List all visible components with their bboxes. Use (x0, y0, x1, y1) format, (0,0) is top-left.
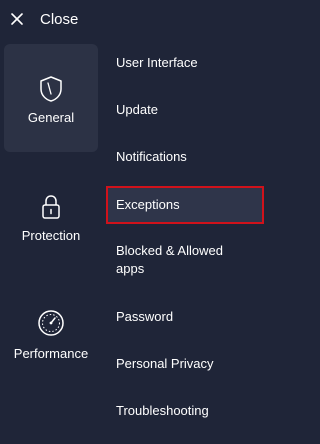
menu-item-troubleshooting[interactable]: Troubleshooting (106, 402, 264, 420)
menu-item-update[interactable]: Update (106, 101, 264, 119)
category-label: Performance (13, 346, 89, 361)
close-icon (11, 13, 23, 25)
menu-item-user-interface[interactable]: User Interface (106, 54, 264, 72)
menu-item-exceptions[interactable]: Exceptions (106, 186, 264, 224)
category-protection[interactable]: Protection (4, 180, 98, 288)
menu-item-personal-privacy[interactable]: Personal Privacy (106, 355, 264, 373)
close-label: Close (40, 10, 79, 28)
menu-item-blocked-allowed-apps[interactable]: Blocked & Allowed apps (106, 242, 246, 278)
menu-item-notifications[interactable]: Notifications (106, 148, 264, 166)
category-label: General (27, 110, 75, 125)
shield-icon (40, 76, 62, 102)
speedometer-icon (38, 310, 64, 336)
close-button[interactable]: Close (8, 6, 78, 32)
header: Close (0, 0, 285, 38)
category-label: Protection (21, 228, 81, 243)
category-performance[interactable]: Performance (4, 298, 98, 406)
category-general[interactable]: General (4, 44, 98, 152)
menu-item-password[interactable]: Password (106, 308, 264, 326)
lock-icon (42, 195, 60, 219)
